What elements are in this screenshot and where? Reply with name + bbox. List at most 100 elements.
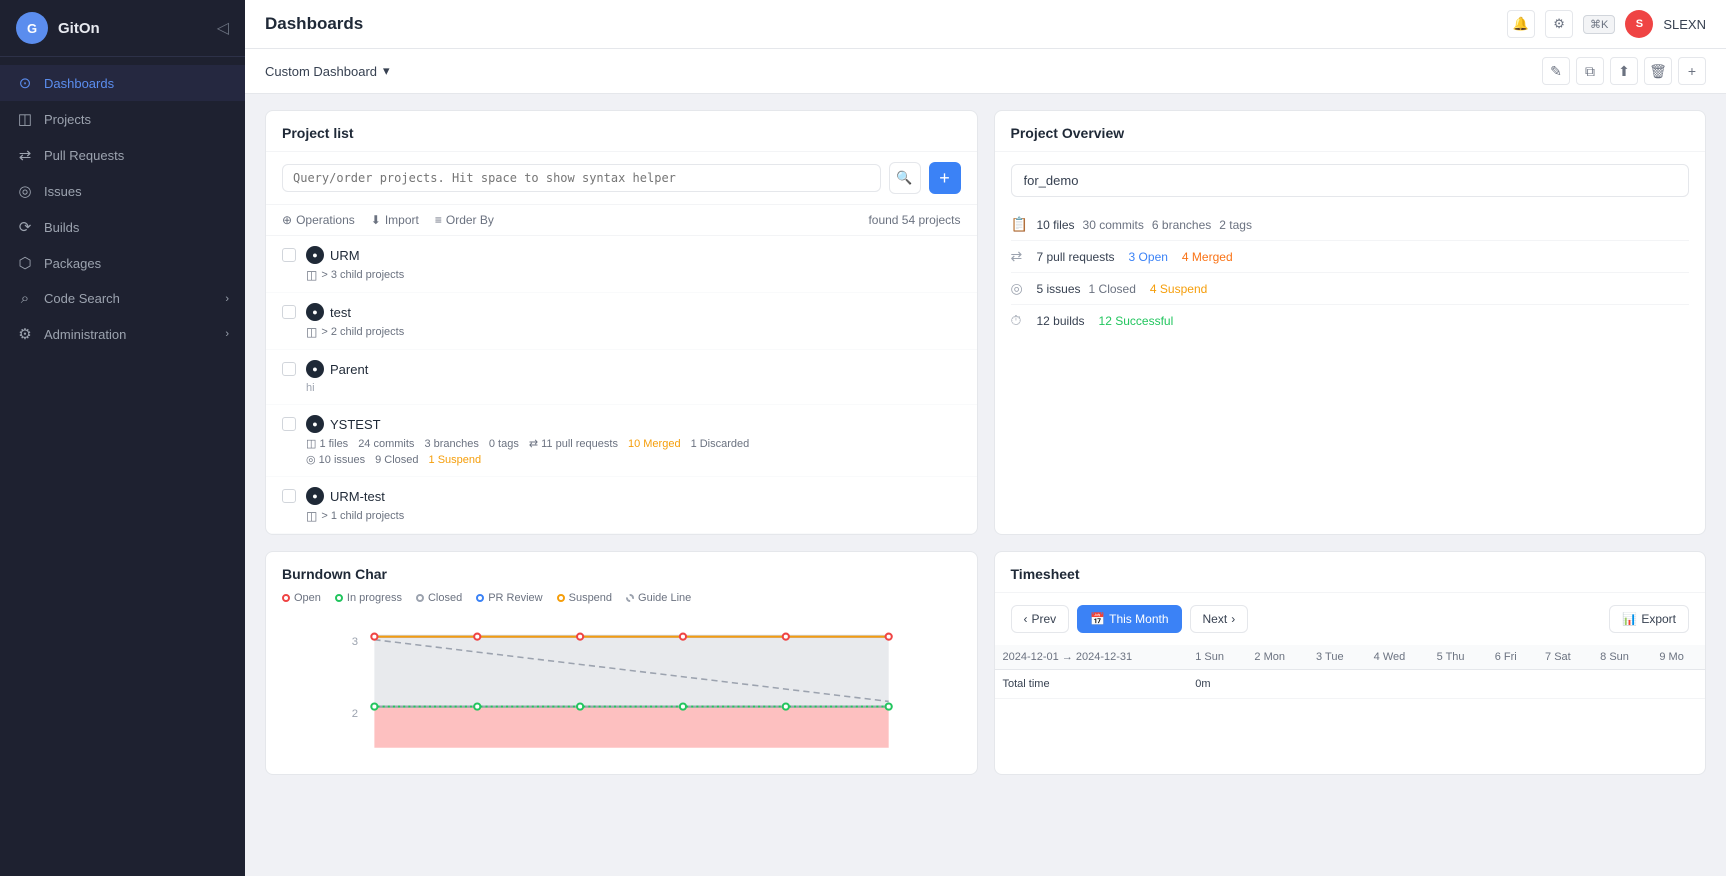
next-button[interactable]: Next › <box>1190 605 1249 633</box>
add-project-button[interactable]: + <box>929 162 961 194</box>
sidebar-item-packages[interactable]: ⬡ Packages <box>0 245 245 281</box>
sidebar-item-administration[interactable]: ⚙ Administration › <box>0 316 245 352</box>
project-name-row: ● URM-test <box>306 487 961 505</box>
project-info: ● URM ◫ > 3 child projects <box>306 246 961 282</box>
delete-button[interactable]: 🗑 <box>1644 57 1672 85</box>
burndown-title: Burndown Char <box>266 552 977 592</box>
project-overview-panel: Project Overview 📋 10 files 30 commits 6… <box>994 110 1707 535</box>
copy-button[interactable]: ⧉ <box>1576 57 1604 85</box>
sidebar-item-pull-requests[interactable]: ⇄ Pull Requests <box>0 137 245 173</box>
this-month-button[interactable]: 📅 This Month <box>1077 605 1181 633</box>
edit-button[interactable]: ✎ <box>1542 57 1570 85</box>
sub-topbar: Custom Dashboard ▾ ✎ ⧉ ⬆ 🗑 + <box>245 49 1726 94</box>
pull-requests-icon: ⇄ <box>16 146 34 164</box>
builds-label: 12 builds <box>1037 314 1085 328</box>
suspend-legend-label: Suspend <box>569 592 612 604</box>
project-avatar: ● <box>306 360 324 378</box>
project-toolbar: ⊕ Operations ⬇ Import ≡ Order By found 5… <box>266 205 977 236</box>
svg-text:2: 2 <box>352 708 358 720</box>
sidebar-item-label: Dashboards <box>44 76 114 91</box>
page-title: Dashboards <box>265 14 363 34</box>
empty-cell <box>1246 670 1308 699</box>
tags-stat: 0 tags <box>489 438 519 450</box>
settings-button[interactable]: ⚙ <box>1545 10 1573 38</box>
plus-icon: + <box>939 168 950 189</box>
app-logo: G <box>16 12 48 44</box>
project-description: hi <box>306 382 961 394</box>
sidebar-item-projects[interactable]: ◫ Projects <box>0 101 245 137</box>
table-row: Total time 0m <box>995 670 1706 699</box>
chevron-down-icon: ▾ <box>383 63 390 79</box>
sidebar-item-dashboards[interactable]: ⊙ Dashboards <box>0 65 245 101</box>
project-meta: ◫ > 3 child projects <box>306 268 961 282</box>
sidebar-item-label: Builds <box>44 220 79 235</box>
export-button[interactable]: 📊 Export <box>1609 605 1689 633</box>
col-7sat: 7 Sat <box>1537 645 1592 670</box>
branches-stat: 3 branches <box>424 438 478 450</box>
user-initial: S <box>1636 18 1643 30</box>
pr-stat: ⇄ 11 pull requests <box>529 437 618 450</box>
child-projects-icon: ◫ <box>306 325 317 339</box>
successful-badge: 12 Successful <box>1099 314 1174 328</box>
prreview-legend-dot <box>476 594 484 602</box>
sidebar-item-issues[interactable]: ◎ Issues <box>0 173 245 209</box>
chevron-right-icon: › <box>225 328 229 340</box>
project-info: ● test ◫ > 2 child projects <box>306 303 961 339</box>
discarded-stat: 1 Discarded <box>691 438 750 450</box>
open-legend-dot <box>282 594 290 602</box>
issues-label: 5 issues <box>1037 282 1081 296</box>
dashboard-selector[interactable]: Custom Dashboard ▾ <box>265 63 390 79</box>
order-icon: ≡ <box>435 213 442 227</box>
issues-icon: ◎ <box>1011 280 1029 297</box>
search-button[interactable]: 🔍 <box>889 162 921 194</box>
prev-label: Prev <box>1032 612 1057 626</box>
child-count: > 2 child projects <box>321 326 404 338</box>
operations-button[interactable]: ⊕ Operations <box>282 213 355 227</box>
sidebar-item-label: Pull Requests <box>44 148 124 163</box>
list-item: ● YSTEST ◫ 1 files 24 commits 3 branches… <box>266 405 977 477</box>
child-count: > 1 child projects <box>321 510 404 522</box>
operations-label: Operations <box>296 213 355 227</box>
project-checkbox[interactable] <box>282 362 296 376</box>
add-dashboard-button[interactable]: + <box>1678 57 1706 85</box>
project-checkbox[interactable] <box>282 489 296 503</box>
builds-icon: ⟳ <box>16 218 34 236</box>
child-count: > 3 child projects <box>321 269 404 281</box>
order-by-button[interactable]: ≡ Order By <box>435 213 494 227</box>
project-avatar: ● <box>306 303 324 321</box>
burndown-chart: 3 2 <box>266 614 977 774</box>
files-icon: 📋 <box>1011 216 1029 233</box>
sidebar-item-label: Administration <box>44 327 126 342</box>
col-9mo: 9 Mo <box>1651 645 1705 670</box>
suspend-stat: 1 Suspend <box>429 454 482 466</box>
inprogress-legend-label: In progress <box>347 592 402 604</box>
notification-button[interactable]: 🔔 <box>1507 10 1535 38</box>
sidebar-item-code-search[interactable]: ⌕ Code Search › <box>0 281 245 316</box>
project-checkbox[interactable] <box>282 248 296 262</box>
closed-legend-dot <box>416 594 424 602</box>
share-button[interactable]: ⬆ <box>1610 57 1638 85</box>
prreview-legend-label: PR Review <box>488 592 542 604</box>
projects-icon: ◫ <box>16 110 34 128</box>
sidebar-collapse-button[interactable]: ◁ <box>217 18 229 38</box>
user-avatar[interactable]: S <box>1625 10 1653 38</box>
legend-inprogress: In progress <box>335 592 402 604</box>
order-by-label: Order By <box>446 213 494 227</box>
notification-icon: 🔔 <box>1513 16 1529 32</box>
project-search-input[interactable] <box>282 164 881 192</box>
export-label: Export <box>1641 612 1676 626</box>
project-info: ● URM-test ◫ > 1 child projects <box>306 487 961 523</box>
pr-label: 7 pull requests <box>1037 250 1115 264</box>
sidebar-item-builds[interactable]: ⟳ Builds <box>0 209 245 245</box>
col-5thu: 5 Thu <box>1429 645 1487 670</box>
empty-cell <box>1487 670 1537 699</box>
import-button[interactable]: ⬇ Import <box>371 213 419 227</box>
empty-cell <box>1537 670 1592 699</box>
list-item: ● URM-test ◫ > 1 child projects <box>266 477 977 534</box>
project-overview-search[interactable] <box>1011 164 1690 197</box>
open-badge: 3 Open <box>1129 250 1168 264</box>
project-checkbox[interactable] <box>282 417 296 431</box>
list-item: ● test ◫ > 2 child projects <box>266 293 977 350</box>
prev-button[interactable]: ‹ Prev <box>1011 605 1070 633</box>
project-checkbox[interactable] <box>282 305 296 319</box>
